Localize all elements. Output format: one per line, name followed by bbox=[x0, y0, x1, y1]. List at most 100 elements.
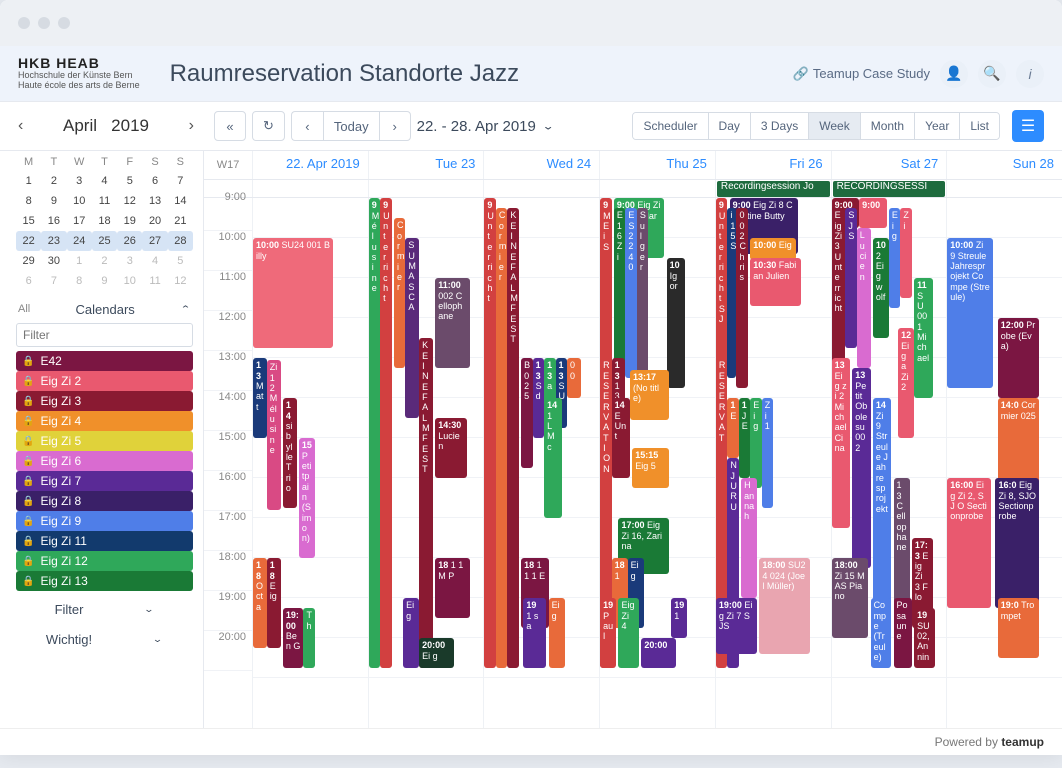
calendar-event[interactable]: 20:00 Ei g bbox=[419, 638, 453, 668]
mini-day[interactable]: 15 bbox=[16, 211, 41, 231]
calendar-event[interactable]: 9 Unterricht SJ bbox=[716, 198, 727, 378]
view-day[interactable]: Day bbox=[709, 113, 751, 139]
calendar-event[interactable]: Cormier bbox=[394, 218, 405, 368]
calendar-event[interactable]: 9 Unterricht bbox=[380, 198, 391, 668]
view-week[interactable]: Week bbox=[809, 113, 860, 139]
calendar-event[interactable]: 14 Zi 9 Streule Jahresprojekt bbox=[873, 398, 891, 628]
case-study-link[interactable]: 🔗 Teamup Case Study bbox=[793, 66, 930, 82]
calendar-event[interactable]: 20:00 bbox=[641, 638, 675, 668]
month-next[interactable]: › bbox=[185, 113, 198, 139]
calendar-item[interactable]: 🔒Eig Zi 12 bbox=[16, 551, 193, 571]
calendar-event[interactable]: 18:00 Zi 15 MAS Piano bbox=[832, 558, 869, 638]
mini-day[interactable]: 17 bbox=[67, 211, 92, 231]
calendars-all[interactable]: All bbox=[18, 303, 30, 315]
calendar-event[interactable]: 0 0 2 Chris bbox=[736, 208, 747, 388]
mini-day[interactable]: 7 bbox=[168, 171, 193, 191]
day-column[interactable]: 9 Unterricht SJ9:00 Eig Zi 8 Christine B… bbox=[715, 198, 831, 728]
calendar-event[interactable]: 18:00 SU24 024 (Joel Müller) bbox=[759, 558, 809, 654]
mini-day[interactable]: 9 bbox=[41, 191, 66, 211]
day-column[interactable]: 10:00 Zi 9 Streule Jahresprojekt Compe (… bbox=[946, 198, 1062, 728]
mini-day[interactable]: 26 bbox=[117, 231, 142, 251]
calendar-event[interactable]: Hannah bbox=[741, 478, 757, 598]
mini-day[interactable]: 1 bbox=[16, 171, 41, 191]
calendar-event[interactable]: Cormier bbox=[496, 208, 507, 668]
calendar-event[interactable]: 00 bbox=[567, 358, 581, 398]
calendar-event[interactable]: B025 bbox=[521, 358, 532, 468]
mini-day[interactable]: 3 bbox=[117, 251, 142, 271]
view-3days[interactable]: 3 Days bbox=[751, 113, 809, 139]
day-column[interactable]: 9 UnterrichtCormierKEINE FALMFESTB02513 … bbox=[483, 198, 599, 728]
mini-day[interactable]: 13 bbox=[142, 191, 167, 211]
calendar-event[interactable]: 14:0 Cormier 025 bbox=[998, 398, 1039, 488]
calendar-event[interactable]: 18 1 1 M P bbox=[435, 558, 469, 618]
calendar-event[interactable]: 18 Oct a bbox=[253, 558, 267, 648]
day-header-col[interactable]: Fri 26 bbox=[715, 151, 831, 179]
calendar-item[interactable]: 🔒Eig Zi 13 bbox=[16, 571, 193, 591]
calendar-event[interactable]: Eig bbox=[750, 398, 761, 488]
calendar-event[interactable]: 14 E Unt bbox=[612, 398, 630, 478]
search-icon[interactable]: 🔍 bbox=[978, 60, 1006, 88]
range-prev[interactable]: ‹ bbox=[291, 111, 323, 141]
calendar-event[interactable]: 13 Eig zi 2 Michael Cina bbox=[832, 358, 850, 528]
menu-button[interactable]: ☰ bbox=[1012, 110, 1044, 142]
calendar-event[interactable]: E 1 6 Z i bbox=[614, 208, 625, 378]
view-year[interactable]: Year bbox=[915, 113, 960, 139]
today-button[interactable]: Today bbox=[323, 111, 379, 141]
calendar-event[interactable]: 19 Paul bbox=[600, 598, 616, 668]
calendar-event[interactable]: 16:0 Eig Zi 8, SJO Sectionprobe bbox=[995, 478, 1039, 608]
mini-day[interactable]: 10 bbox=[117, 271, 142, 291]
mini-day[interactable]: 2 bbox=[41, 171, 66, 191]
day-header-col[interactable]: Sun 28 bbox=[946, 151, 1062, 179]
calendar-event[interactable]: Zi 1 2 Mélusine bbox=[267, 360, 281, 510]
calendar-event[interactable]: 11 SU 001 Michael bbox=[914, 278, 932, 398]
calendar-event[interactable]: Zi 1 bbox=[762, 398, 773, 508]
calendar-event[interactable]: 10 2 Eig wolf bbox=[873, 238, 889, 338]
calendar-event[interactable]: 11:00 002 Cellophane bbox=[435, 278, 469, 368]
mini-day[interactable]: 3 bbox=[67, 171, 92, 191]
calendar-event[interactable]: 13 Matt bbox=[253, 358, 267, 438]
calendar-event[interactable]: 10:00 SU24 001 Billy bbox=[253, 238, 333, 348]
calendar-event[interactable]: 1 J E bbox=[739, 398, 750, 478]
mini-day[interactable]: 4 bbox=[92, 171, 117, 191]
calendar-item[interactable]: 🔒Eig Zi 9 bbox=[16, 511, 193, 531]
calendar-event[interactable]: Eig bbox=[889, 208, 900, 308]
day-header-col[interactable]: 22. Apr 2019 bbox=[252, 151, 368, 179]
calendar-item[interactable]: 🔒Eig Zi 2 bbox=[16, 371, 193, 391]
mini-day[interactable]: 5 bbox=[117, 171, 142, 191]
mini-day[interactable]: 20 bbox=[142, 211, 167, 231]
calendar-event[interactable]: 10:00 Eig bbox=[750, 238, 796, 260]
mini-day[interactable]: 2 bbox=[92, 251, 117, 271]
calendar-event[interactable]: 10:30 Fabian Julien bbox=[750, 258, 800, 306]
mini-day[interactable]: 5 bbox=[168, 251, 193, 271]
calendar-event[interactable]: 19:00 Ben G bbox=[283, 608, 304, 668]
calendar-event[interactable]: 10 Igor bbox=[667, 258, 685, 388]
mini-day[interactable]: 9 bbox=[92, 271, 117, 291]
calendar-event[interactable]: i 1 5 S bbox=[727, 208, 736, 378]
go-start[interactable]: « bbox=[214, 111, 246, 141]
info-icon[interactable]: i bbox=[1016, 60, 1044, 88]
calendar-event[interactable]: Sulger bbox=[637, 208, 648, 378]
calendar-event[interactable]: 15 Petitpain (Simon) bbox=[299, 438, 315, 558]
chevron-up-icon[interactable]: ⌃ bbox=[180, 304, 191, 315]
important-accordion[interactable]: Wichtig! ⌄ bbox=[16, 621, 193, 651]
mini-day[interactable]: 30 bbox=[41, 251, 66, 271]
calendar-event[interactable]: 14 1 L M c bbox=[544, 398, 562, 518]
calendar-event[interactable]: 9 Mélusine bbox=[369, 198, 380, 668]
mini-day[interactable]: 24 bbox=[67, 231, 92, 251]
calendar-item[interactable]: 🔒Eig Zi 11 bbox=[16, 531, 193, 551]
mini-day[interactable]: 25 bbox=[92, 231, 117, 251]
calendar-event[interactable]: 19:00 Eig Zi 7 SJS bbox=[716, 598, 757, 654]
view-month[interactable]: Month bbox=[861, 113, 915, 139]
calendar-event[interactable]: 9 Unterricht bbox=[484, 198, 495, 668]
calendar-item[interactable]: 🔒Eig Zi 3 bbox=[16, 391, 193, 411]
calendar-item[interactable]: 🔒Eig Zi 6 bbox=[16, 451, 193, 471]
calendar-event[interactable]: Th bbox=[303, 608, 314, 668]
mini-day[interactable]: 12 bbox=[117, 191, 142, 211]
day-header-col[interactable]: Thu 25 bbox=[599, 151, 715, 179]
calendar-event[interactable]: 13:17 (No title) bbox=[630, 370, 669, 420]
mini-day[interactable]: 29 bbox=[16, 251, 41, 271]
mini-day[interactable]: 8 bbox=[16, 191, 41, 211]
day-header-col[interactable]: Wed 24 bbox=[483, 151, 599, 179]
calendar-event[interactable]: Posaune bbox=[894, 598, 912, 668]
day-header-col[interactable]: Sat 27 bbox=[831, 151, 947, 179]
